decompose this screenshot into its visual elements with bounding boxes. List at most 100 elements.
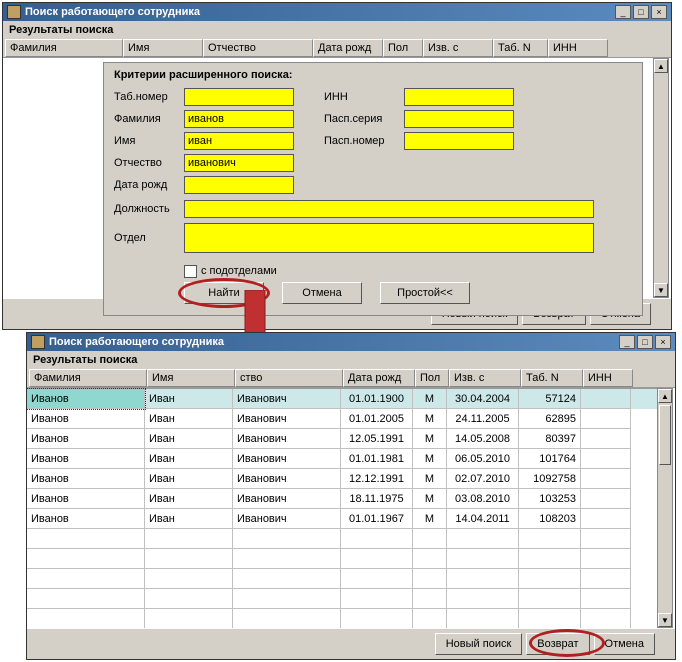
table-row[interactable]: ИвановИванИванович01.01.2005М24.11.20056… xyxy=(27,409,657,429)
label-otch: Отчество xyxy=(114,157,184,169)
scrollbar[interactable]: ▲ ▼ xyxy=(653,58,669,298)
col-izv[interactable]: Изв. с xyxy=(449,369,521,387)
input-tabnomer[interactable] xyxy=(184,88,294,106)
checkbox-subdept[interactable] xyxy=(184,265,197,278)
col-pol[interactable]: Пол xyxy=(415,369,449,387)
col-imya[interactable]: Имя xyxy=(123,39,203,57)
cell-imya xyxy=(145,529,233,549)
table-row[interactable] xyxy=(27,529,657,549)
input-pasps[interactable] xyxy=(404,110,514,128)
cell-imya: Иван xyxy=(145,469,233,489)
new-search-button[interactable]: Новый поиск xyxy=(435,633,523,655)
cell-inn xyxy=(581,449,631,469)
cell-dob: 01.01.1967 xyxy=(341,509,413,529)
col-inn[interactable]: ИНН xyxy=(583,369,633,387)
input-dolj[interactable] xyxy=(184,200,594,218)
return-button[interactable]: Возврат xyxy=(526,633,589,655)
results-header: Результаты поиска xyxy=(27,351,675,369)
close-icon[interactable]: × xyxy=(651,5,667,19)
results-grid: ▲ ▼ ИвановИванИванович01.01.1900М30.04.2… xyxy=(27,388,675,628)
col-tabn[interactable]: Таб. N xyxy=(521,369,583,387)
cell-tabn: 57124 xyxy=(519,389,581,409)
find-button[interactable]: Найти xyxy=(184,282,264,304)
cell-pol: М xyxy=(413,489,447,509)
cell-dob xyxy=(341,549,413,569)
cell-pol: М xyxy=(413,509,447,529)
label-inn: ИНН xyxy=(324,91,404,103)
table-row[interactable] xyxy=(27,609,657,629)
app-icon xyxy=(31,335,45,349)
cell-izv xyxy=(447,609,519,629)
scroll-thumb[interactable] xyxy=(659,405,671,465)
label-paspn: Пасп.номер xyxy=(324,135,404,147)
table-row[interactable]: ИвановИванИванович01.01.1900М30.04.20045… xyxy=(27,389,657,409)
input-fam[interactable] xyxy=(184,110,294,128)
table-row[interactable]: ИвановИванИванович12.05.1991М14.05.20088… xyxy=(27,429,657,449)
label-fam: Фамилия xyxy=(114,113,184,125)
cell-otch: Иванович xyxy=(233,409,341,429)
input-imya[interactable] xyxy=(184,132,294,150)
table-row[interactable]: ИвановИванИванович01.01.1981М06.05.20101… xyxy=(27,449,657,469)
search-window-top: Поиск работающего сотрудника _ □ × Резул… xyxy=(2,2,672,330)
scroll-up-icon[interactable]: ▲ xyxy=(658,389,672,403)
cell-inn xyxy=(581,589,631,609)
col-fam[interactable]: Фамилия xyxy=(5,39,123,57)
cell-imya: Иван xyxy=(145,509,233,529)
cell-izv: 30.04.2004 xyxy=(447,389,519,409)
cell-pol: М xyxy=(413,429,447,449)
scroll-down-icon[interactable]: ▼ xyxy=(658,613,672,627)
cell-izv xyxy=(447,589,519,609)
col-pol[interactable]: Пол xyxy=(383,39,423,57)
cell-imya: Иван xyxy=(145,449,233,469)
input-inn[interactable] xyxy=(404,88,514,106)
input-otdel[interactable] xyxy=(184,223,594,253)
footer-cancel-button[interactable]: Отмена xyxy=(594,633,655,655)
col-tabn[interactable]: Таб. N xyxy=(493,39,548,57)
minimize-icon[interactable]: _ xyxy=(615,5,631,19)
panel-title: Критерии расширенного поиска: xyxy=(114,69,632,81)
scroll-up-icon[interactable]: ▲ xyxy=(654,59,668,73)
table-row[interactable]: ИвановИванИванович01.01.1967М14.04.20111… xyxy=(27,509,657,529)
table-row[interactable] xyxy=(27,569,657,589)
cell-pol: М xyxy=(413,389,447,409)
maximize-icon[interactable]: □ xyxy=(633,5,649,19)
maximize-icon[interactable]: □ xyxy=(637,335,653,349)
titlebar[interactable]: Поиск работающего сотрудника _ □ × xyxy=(3,3,671,21)
table-row[interactable]: ИвановИванИванович18.11.1975М03.08.20101… xyxy=(27,489,657,509)
input-otch[interactable] xyxy=(184,154,294,172)
cell-inn xyxy=(581,549,631,569)
label-imya: Имя xyxy=(114,135,184,147)
cell-imya xyxy=(145,609,233,629)
results-header: Результаты поиска xyxy=(3,21,671,39)
col-fam[interactable]: Фамилия xyxy=(29,369,147,387)
cancel-button[interactable]: Отмена xyxy=(282,282,362,304)
input-paspn[interactable] xyxy=(404,132,514,150)
col-inn[interactable]: ИНН xyxy=(548,39,608,57)
cell-izv: 03.08.2010 xyxy=(447,489,519,509)
cell-otch xyxy=(233,569,341,589)
table-row[interactable] xyxy=(27,589,657,609)
col-izv[interactable]: Изв. с xyxy=(423,39,493,57)
col-otch[interactable]: Отчество xyxy=(203,39,313,57)
table-row[interactable]: ИвановИванИванович12.12.1991М02.07.20101… xyxy=(27,469,657,489)
col-imya[interactable]: Имя xyxy=(147,369,235,387)
minimize-icon[interactable]: _ xyxy=(619,335,635,349)
input-dob[interactable] xyxy=(184,176,294,194)
col-dob[interactable]: Дата рожд xyxy=(313,39,383,57)
simple-button[interactable]: Простой<< xyxy=(380,282,470,304)
titlebar[interactable]: Поиск работающего сотрудника _ □ × xyxy=(27,333,675,351)
cell-dob: 01.01.1981 xyxy=(341,449,413,469)
scrollbar[interactable]: ▲ ▼ xyxy=(657,388,673,628)
scroll-down-icon[interactable]: ▼ xyxy=(654,283,668,297)
cell-izv xyxy=(447,529,519,549)
label-tabnomer: Таб.номер xyxy=(114,91,184,103)
col-dob[interactable]: Дата рожд xyxy=(343,369,415,387)
cell-pol: М xyxy=(413,449,447,469)
cell-inn xyxy=(581,389,631,409)
cell-otch: Иванович xyxy=(233,469,341,489)
cell-imya: Иван xyxy=(145,389,233,409)
close-icon[interactable]: × xyxy=(655,335,671,349)
col-otch[interactable]: ство xyxy=(235,369,343,387)
window-title: Поиск работающего сотрудника xyxy=(49,336,619,348)
table-row[interactable] xyxy=(27,549,657,569)
